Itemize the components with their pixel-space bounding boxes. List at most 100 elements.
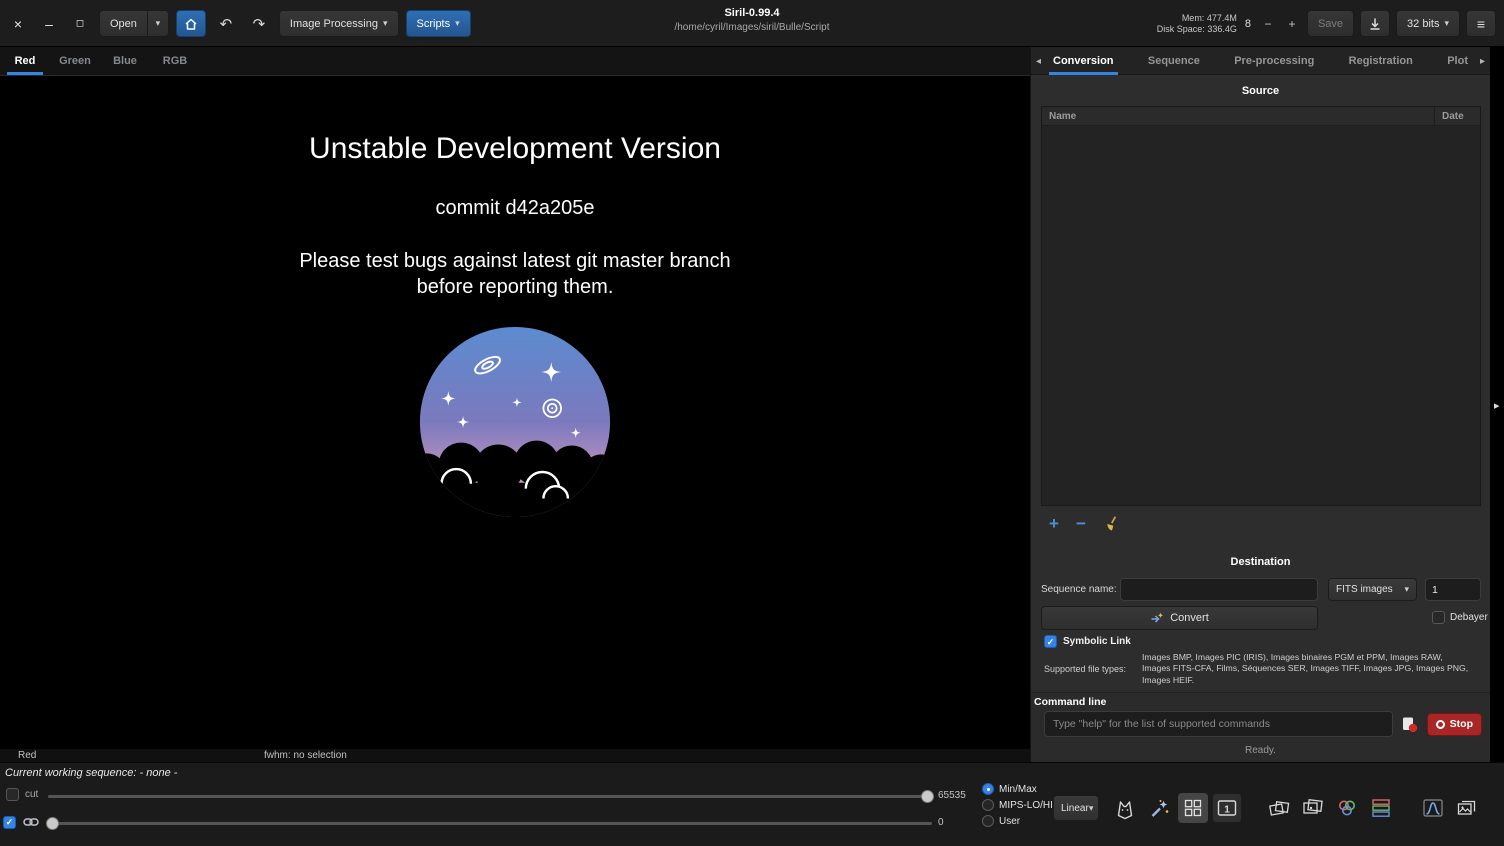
tab-sequence[interactable]: Sequence (1144, 47, 1204, 75)
command-input[interactable] (1044, 711, 1393, 737)
wolf-head-button[interactable] (1110, 793, 1140, 823)
histogram-button[interactable] (1418, 793, 1448, 823)
radio-user[interactable]: User (982, 815, 1053, 827)
save-as-button[interactable] (1360, 10, 1390, 37)
clear-list-button[interactable] (1103, 515, 1121, 533)
high-slider[interactable] (48, 795, 932, 798)
tab-pre-processing[interactable]: Pre-processing (1230, 47, 1318, 75)
tab-green[interactable]: Green (50, 47, 100, 75)
radio-mips[interactable]: MIPS-LO/HI (982, 799, 1053, 811)
low-slider[interactable] (48, 822, 932, 825)
cut-checkbox[interactable] (6, 788, 19, 801)
autostretch-checkbox[interactable]: ✓ (3, 816, 16, 829)
command-line-title: Command line (1031, 693, 1490, 708)
tabs-scroll-right-icon[interactable]: ▸ (1480, 47, 1485, 75)
convert-button[interactable]: Convert (1041, 606, 1318, 630)
broom-icon (1103, 515, 1121, 533)
minmax-label[interactable]: Min/Max (999, 784, 1037, 795)
remove-files-button[interactable]: − (1076, 515, 1086, 533)
tab-conversion[interactable]: Conversion (1049, 47, 1118, 75)
cut-label[interactable]: cut (25, 789, 38, 800)
open-recent-button[interactable]: ▾ (147, 10, 169, 37)
menu-button[interactable]: ≡ (1466, 10, 1496, 37)
minmax-radio[interactable] (982, 783, 994, 795)
redo-icon: ↷ (253, 15, 266, 33)
tab-sequence-label: Sequence (1148, 55, 1200, 67)
stack-compare-button[interactable] (1264, 793, 1294, 823)
mips-label[interactable]: MIPS-LO/HI (999, 800, 1053, 811)
panel-expander[interactable]: ▸ (1491, 47, 1504, 762)
scale-mode-radios: Min/Max MIPS-LO/HI User (982, 783, 1053, 831)
status-channel: Red (18, 749, 36, 762)
source-file-rows[interactable] (1042, 126, 1480, 505)
undo-button[interactable]: ↶ (213, 11, 239, 37)
home-button[interactable] (176, 10, 206, 37)
symbolic-link-label[interactable]: Symbolic Link (1063, 636, 1131, 647)
high-slider-knob[interactable] (921, 790, 934, 803)
mips-radio[interactable] (982, 799, 994, 811)
right-panel: ◂ Conversion Sequence Pre-processing Reg… (1030, 47, 1490, 762)
open-button[interactable]: Open (99, 10, 148, 37)
restore-icon: ◻ (76, 18, 84, 29)
tab-plot[interactable]: Plot (1443, 47, 1472, 75)
minimize-button[interactable]: – (37, 11, 61, 37)
frame-list-button[interactable] (1452, 793, 1482, 823)
column-date[interactable]: Date (1434, 107, 1464, 125)
sequence-name-input[interactable] (1120, 578, 1318, 601)
image-processing-button[interactable]: Image Processing ▾ (279, 10, 399, 37)
bit-depth-select[interactable]: 32 bits ▾ (1396, 10, 1460, 37)
close-button[interactable]: × (6, 11, 30, 37)
tab-rgb[interactable]: RGB (150, 47, 200, 75)
image-canvas[interactable]: Unstable Development Version commit d42a… (0, 76, 1030, 749)
source-list-header: Name Date (1042, 107, 1480, 126)
low-slider-knob[interactable] (46, 817, 59, 830)
magic-wand-button[interactable] (1144, 793, 1174, 823)
add-files-button[interactable]: + (1049, 515, 1059, 533)
tab-red[interactable]: Red (0, 47, 50, 75)
start-index-input[interactable] (1425, 578, 1481, 601)
symbolic-link-checkbox[interactable]: ✓ (1044, 635, 1057, 648)
channel-extraction-button[interactable] (1366, 793, 1396, 823)
threads-increase-button[interactable]: + (1283, 14, 1301, 34)
supported-types-text: Images BMP, Images PIC (IRIS), Images bi… (1142, 652, 1484, 687)
column-name[interactable]: Name (1049, 107, 1076, 126)
tabs-scroll-left-icon[interactable]: ◂ (1036, 47, 1041, 75)
display-mode-label: Linear (1061, 803, 1089, 814)
output-format-label: FITS images (1336, 584, 1393, 595)
radio-minmax[interactable]: Min/Max (982, 783, 1053, 795)
viewer-statusbar: Red fwhm: no selection (0, 749, 1030, 762)
bit-depth-label: 32 bits (1407, 18, 1439, 30)
check-icon: ✓ (6, 817, 14, 827)
display-mode-select[interactable]: Linear ▾ (1053, 795, 1099, 821)
image-stack-button[interactable] (1298, 793, 1328, 823)
source-file-list[interactable]: Name Date (1041, 106, 1481, 506)
output-format-select[interactable]: FITS images ▾ (1328, 578, 1417, 601)
stack-compare-icon (1267, 796, 1291, 820)
tab-rgb-label: RGB (163, 55, 187, 67)
image-viewer: Red Green Blue RGB Unstable Development … (0, 47, 1030, 762)
single-frame-button[interactable]: 1 (1212, 793, 1242, 823)
debayer-checkbox[interactable] (1432, 611, 1445, 624)
user-radio[interactable] (982, 815, 994, 827)
working-sequence-status: Current working sequence: - none - (5, 767, 177, 779)
disk-status: Disk Space: 336.4G (1157, 24, 1237, 35)
logo-clouds (417, 441, 613, 520)
threads-decrease-button[interactable]: − (1259, 14, 1277, 34)
tab-registration[interactable]: Registration (1345, 47, 1417, 75)
command-log-button[interactable] (1398, 712, 1422, 736)
link-icon[interactable] (23, 815, 39, 829)
redo-button[interactable]: ↷ (246, 11, 272, 37)
tab-conversion-label: Conversion (1053, 55, 1114, 67)
debayer-label[interactable]: Debayer (1450, 612, 1488, 623)
user-label[interactable]: User (999, 816, 1020, 827)
rgb-composition-button[interactable] (1332, 793, 1362, 823)
viewer-toolbar: 1 (1110, 793, 1482, 823)
save-button[interactable]: Save (1307, 10, 1354, 37)
frame-list-icon (1455, 796, 1479, 820)
source-list-actions: + − (1049, 513, 1121, 535)
grid-view-button[interactable] (1178, 793, 1208, 823)
stop-button[interactable]: Stop (1427, 713, 1482, 736)
restore-button[interactable]: ◻ (68, 11, 92, 37)
resource-status: Mem: 477.4M Disk Space: 336.4G (1157, 13, 1237, 35)
tab-blue[interactable]: Blue (100, 47, 150, 75)
